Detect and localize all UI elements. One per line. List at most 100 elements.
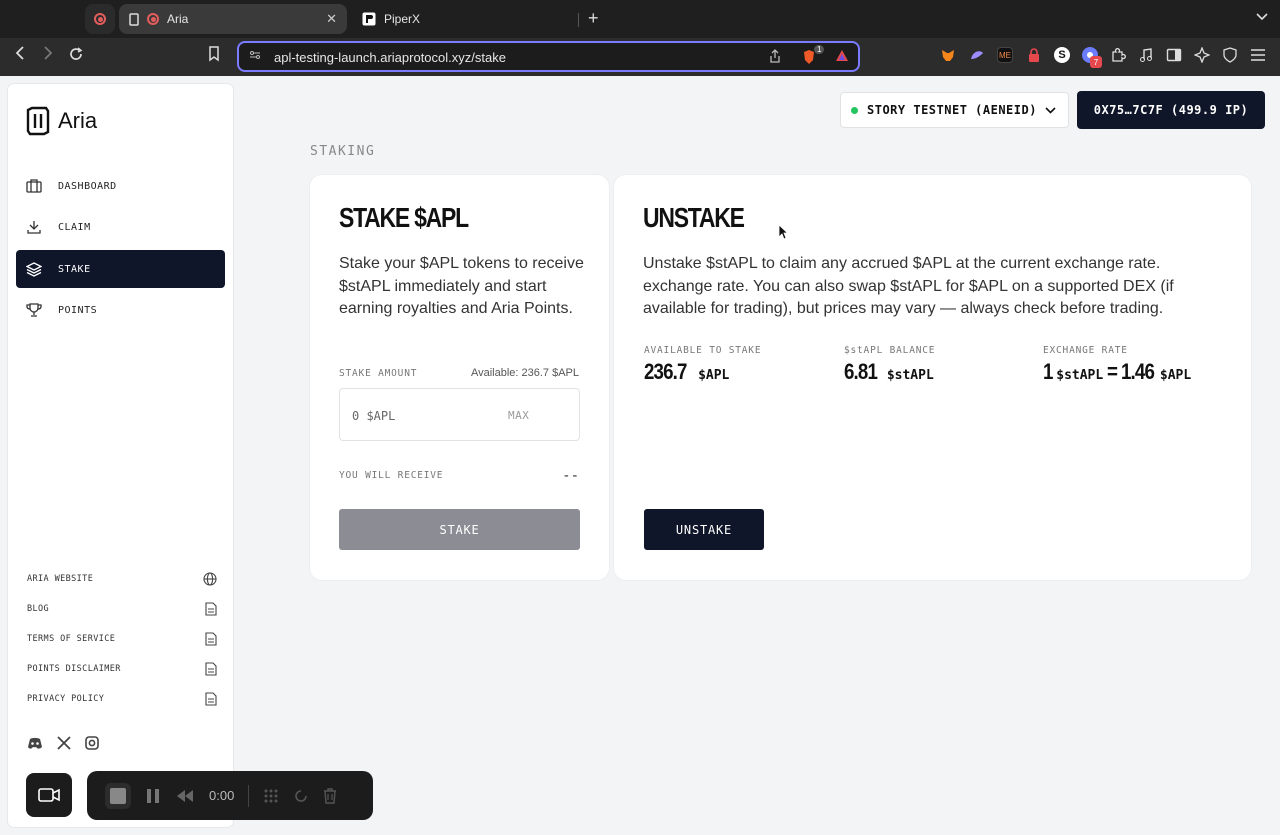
tab-menu-chevron-icon[interactable] xyxy=(1256,10,1268,24)
close-tab-icon[interactable]: ✕ xyxy=(326,11,337,27)
sidebar-item-label: POINTS xyxy=(58,304,98,316)
dollar-icon[interactable]: S xyxy=(1054,47,1070,63)
footer-link-label: POINTS DISCLAIMER xyxy=(27,664,121,674)
stake-amount-label: STAKE AMOUNT xyxy=(339,368,418,379)
wallet-button[interactable]: 0X75…7C7F (499.9 IP) xyxy=(1077,91,1265,129)
page-title: STAKING xyxy=(310,144,376,159)
stake-amount-input[interactable]: 0 $APL MAX xyxy=(339,388,580,441)
stake-card-description: Stake your $APL tokens to receive $stAPL… xyxy=(339,255,584,317)
x-twitter-icon[interactable] xyxy=(57,736,71,750)
footer-link-privacy-policy[interactable]: PRIVACY POLICY xyxy=(27,692,217,706)
social-links xyxy=(27,736,99,750)
url-text: apl-testing-launch.ariaprotocol.xyz/stak… xyxy=(274,50,506,65)
available-balance: Available: 236.7 $APL xyxy=(470,367,579,379)
stake-amount-value: 0 $APL xyxy=(352,409,396,423)
sidebar-item-stake[interactable]: STAKE xyxy=(16,250,225,288)
stat-unit: $stAPL xyxy=(1056,368,1104,383)
metamask-icon[interactable] xyxy=(940,47,956,63)
discord-icon[interactable] xyxy=(27,737,43,750)
lock-icon[interactable] xyxy=(1026,47,1042,63)
network-selector[interactable]: STORY TESTNET (AENEID) xyxy=(840,92,1069,128)
music-icon[interactable] xyxy=(1138,47,1154,63)
stake-card-title: STAKE $APL xyxy=(339,202,469,233)
stat-label: EXCHANGE RATE xyxy=(1043,345,1128,356)
unstake-button[interactable]: UNSTAKE xyxy=(644,509,764,550)
new-tab-button[interactable]: + xyxy=(588,8,599,29)
footer-link-terms[interactable]: TERMS OF SERVICE xyxy=(27,632,217,646)
stat-value: 236.7 xyxy=(644,359,687,384)
piperx-favicon-icon xyxy=(362,12,376,26)
share-icon[interactable] xyxy=(769,49,781,66)
tab-separator xyxy=(578,13,579,27)
sidebar: Aria DASHBOARD CLAIM STAKE POINTS ARIA W… xyxy=(8,84,233,827)
footer-link-aria-website[interactable]: ARIA WEBSITE xyxy=(27,572,217,586)
divider xyxy=(248,784,250,807)
tab-label: Aria xyxy=(167,12,189,26)
camera-button[interactable] xyxy=(26,773,72,817)
camera-icon xyxy=(38,788,60,802)
layers-icon xyxy=(26,262,42,277)
aria-logo[interactable]: Aria xyxy=(26,106,97,136)
stat-unit: $APL xyxy=(1159,368,1192,383)
stat-label: AVAILABLE TO STAKE xyxy=(644,345,762,356)
sidebar-item-points[interactable]: POINTS xyxy=(16,291,225,329)
stake-card: STAKE $APL Stake your $APL tokens to rec… xyxy=(310,175,609,580)
stat-equals: = xyxy=(1107,359,1118,384)
stop-icon xyxy=(110,787,126,804)
address-bar[interactable]: apl-testing-launch.ariaprotocol.xyz/stak… xyxy=(237,41,860,72)
aria-logo-icon xyxy=(26,106,50,136)
stat-value: 6.81 xyxy=(844,359,878,384)
trash-icon[interactable] xyxy=(323,787,337,804)
footer-link-blog[interactable]: BLOG xyxy=(27,602,217,616)
page-icon xyxy=(129,12,139,26)
reload-button[interactable] xyxy=(68,46,84,67)
trophy-icon xyxy=(26,303,42,317)
globe-icon xyxy=(203,572,217,586)
footer-link-points-disclaimer[interactable]: POINTS DISCLAIMER xyxy=(27,662,217,676)
chevron-down-icon xyxy=(1045,106,1056,114)
sidebar-item-claim[interactable]: CLAIM xyxy=(16,208,225,246)
pause-icon[interactable] xyxy=(145,788,161,804)
network-status-dot xyxy=(851,106,858,114)
site-settings-icon[interactable] xyxy=(249,49,261,64)
dashboard-icon xyxy=(26,179,42,193)
stat-stapl-balance: $stAPL BALANCE 6.81 $stAPL xyxy=(844,345,935,385)
menu-icon[interactable] xyxy=(1250,47,1266,63)
sidebar-toggle-icon[interactable] xyxy=(1166,47,1182,63)
document-icon xyxy=(205,692,217,706)
recording-tab[interactable] xyxy=(85,4,115,34)
extension-badge-count: 7 xyxy=(1090,56,1102,68)
stat-unit: $APL xyxy=(698,368,730,383)
bookmark-icon[interactable] xyxy=(208,46,220,67)
brave-rewards-icon[interactable] xyxy=(835,49,849,66)
download-icon xyxy=(27,221,41,234)
extension-icon[interactable]: ME xyxy=(997,47,1013,63)
stop-button[interactable] xyxy=(105,782,131,809)
rewind-icon[interactable] xyxy=(175,789,195,803)
puzzle-icon[interactable] xyxy=(1110,47,1126,63)
vpn-shield-icon[interactable] xyxy=(1222,47,1238,63)
stat-label: $stAPL BALANCE xyxy=(844,345,936,356)
sidebar-item-dashboard[interactable]: DASHBOARD xyxy=(16,167,225,205)
stat-available-to-stake: AVAILABLE TO STAKE 236.7 $APL xyxy=(644,345,761,385)
back-button[interactable] xyxy=(14,46,26,65)
recorder-controls: 0:00 xyxy=(87,771,373,820)
sparkle-icon[interactable] xyxy=(1194,47,1210,63)
recording-time: 0:00 xyxy=(209,788,235,803)
sidebar-item-label: STAKE xyxy=(58,263,91,275)
footer-link-label: BLOG xyxy=(27,604,50,614)
mouse-cursor-icon xyxy=(778,224,788,240)
logo-text: Aria xyxy=(58,108,98,133)
wallet-extension-icon[interactable] xyxy=(969,47,985,63)
tab-piperx[interactable]: PiperX xyxy=(356,4,578,34)
forward-button[interactable] xyxy=(42,46,54,65)
sidebar-item-label: DASHBOARD xyxy=(58,180,117,192)
stake-button[interactable]: STAKE xyxy=(339,509,580,550)
restart-icon[interactable] xyxy=(293,788,309,804)
unstake-card: UNSTAKE Unstake $stAPL to claim any accr… xyxy=(614,175,1251,580)
grid-icon[interactable] xyxy=(263,788,279,804)
receive-value: -- xyxy=(562,468,579,484)
tab-aria[interactable]: Aria ✕ xyxy=(119,4,347,34)
instagram-icon[interactable] xyxy=(85,736,99,750)
max-button[interactable]: MAX xyxy=(508,409,529,422)
